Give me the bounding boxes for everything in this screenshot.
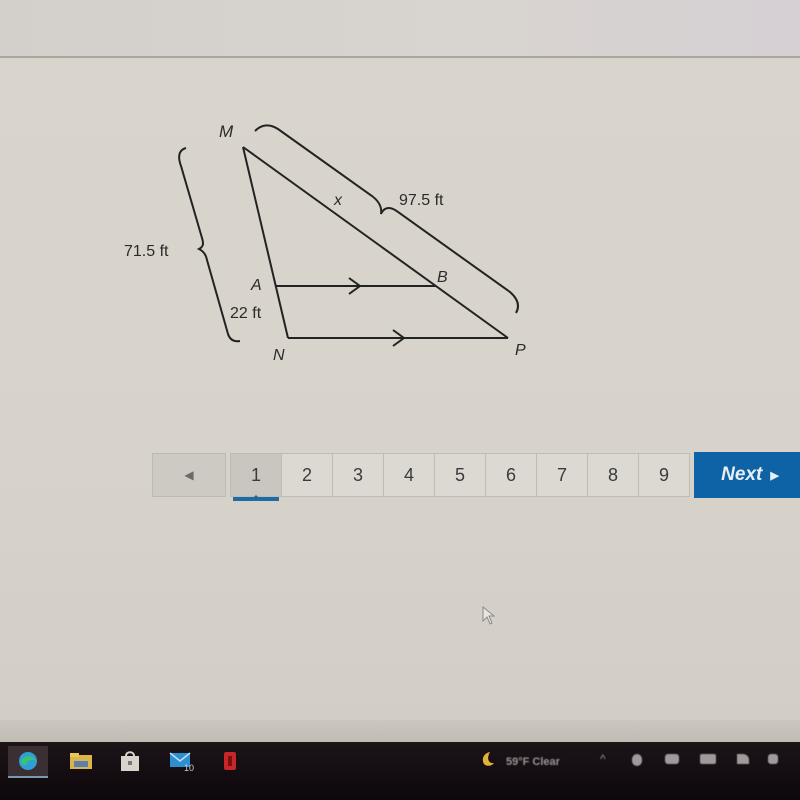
weather-status[interactable]: 59°F Clear [506,756,560,768]
wifi-icon[interactable] [737,754,749,764]
label-AN-length: 22 ft [230,305,262,322]
vertex-label-A: A [250,277,262,294]
page-button-3[interactable]: 3 [332,453,384,497]
page-button-2[interactable]: 2 [281,453,333,497]
taskbar-app-edge[interactable] [8,746,48,778]
vertex-label-N: N [273,347,285,364]
cloud-icon[interactable] [665,754,679,764]
edge-icon [19,752,37,770]
page-button-1[interactable]: 1 [230,453,282,501]
taskbar-app-mail[interactable]: 10 [168,748,198,774]
segment-MP [242,146,509,339]
page-number: 7 [556,464,567,485]
page-button-4[interactable]: 4 [383,453,435,497]
meet-icon[interactable] [632,754,642,766]
page-number: 9 [658,464,669,485]
mail-badge: 10 [184,763,194,772]
page-number: 8 [607,464,618,485]
mail-icon: 10 [169,752,194,772]
page-number: 1 [250,464,261,485]
label-MP-length: 97.5 ft [399,192,444,209]
mouse-pointer-icon [482,606,496,625]
next-label: Next [721,464,763,485]
page-number: 2 [301,464,312,485]
folder-icon [70,753,92,769]
question-pagination: ◀ 1 2 3 4 5 6 7 8 9 Next ▶ [152,452,800,501]
page-number: 5 [454,464,465,485]
page-number: 6 [505,464,516,485]
brace-MP [254,124,519,314]
taskbar-app-file-explorer[interactable] [66,748,96,774]
page-button-7[interactable]: 7 [536,453,588,497]
label-MN-length: 71.5 ft [124,243,169,260]
vertex-label-P: P [515,342,526,359]
page-number: 3 [352,464,363,485]
volume-icon[interactable] [768,754,778,764]
previous-button[interactable]: ◀ [152,453,226,497]
windows-taskbar: 10 59°F Clear ^ [0,742,800,800]
label-MB-unknown: x [333,192,343,209]
moon-icon [482,752,494,766]
next-button[interactable]: Next ▶ [694,452,800,498]
vertex-label-B: B [437,269,448,286]
taskbar-app-store[interactable] [115,748,145,774]
store-icon [121,751,139,771]
page-button-6[interactable]: 6 [485,453,537,497]
page-number: 4 [403,464,414,485]
office-icon [224,752,236,770]
vertex-label-M: M [219,122,234,141]
chevron-up-icon[interactable]: ^ [600,752,606,766]
triangle-left-icon: ◀ [184,468,194,482]
triangle-right-icon: ▶ [770,469,779,482]
triangle-diagram: M A B N P 71.5 ft 22 ft 97.5 ft x [124,122,526,364]
page-button-8[interactable]: 8 [587,453,639,497]
page-button-5[interactable]: 5 [434,453,486,497]
battery-icon[interactable] [700,754,716,764]
page-button-9[interactable]: 9 [638,453,690,497]
taskbar-app-office[interactable] [215,748,245,774]
